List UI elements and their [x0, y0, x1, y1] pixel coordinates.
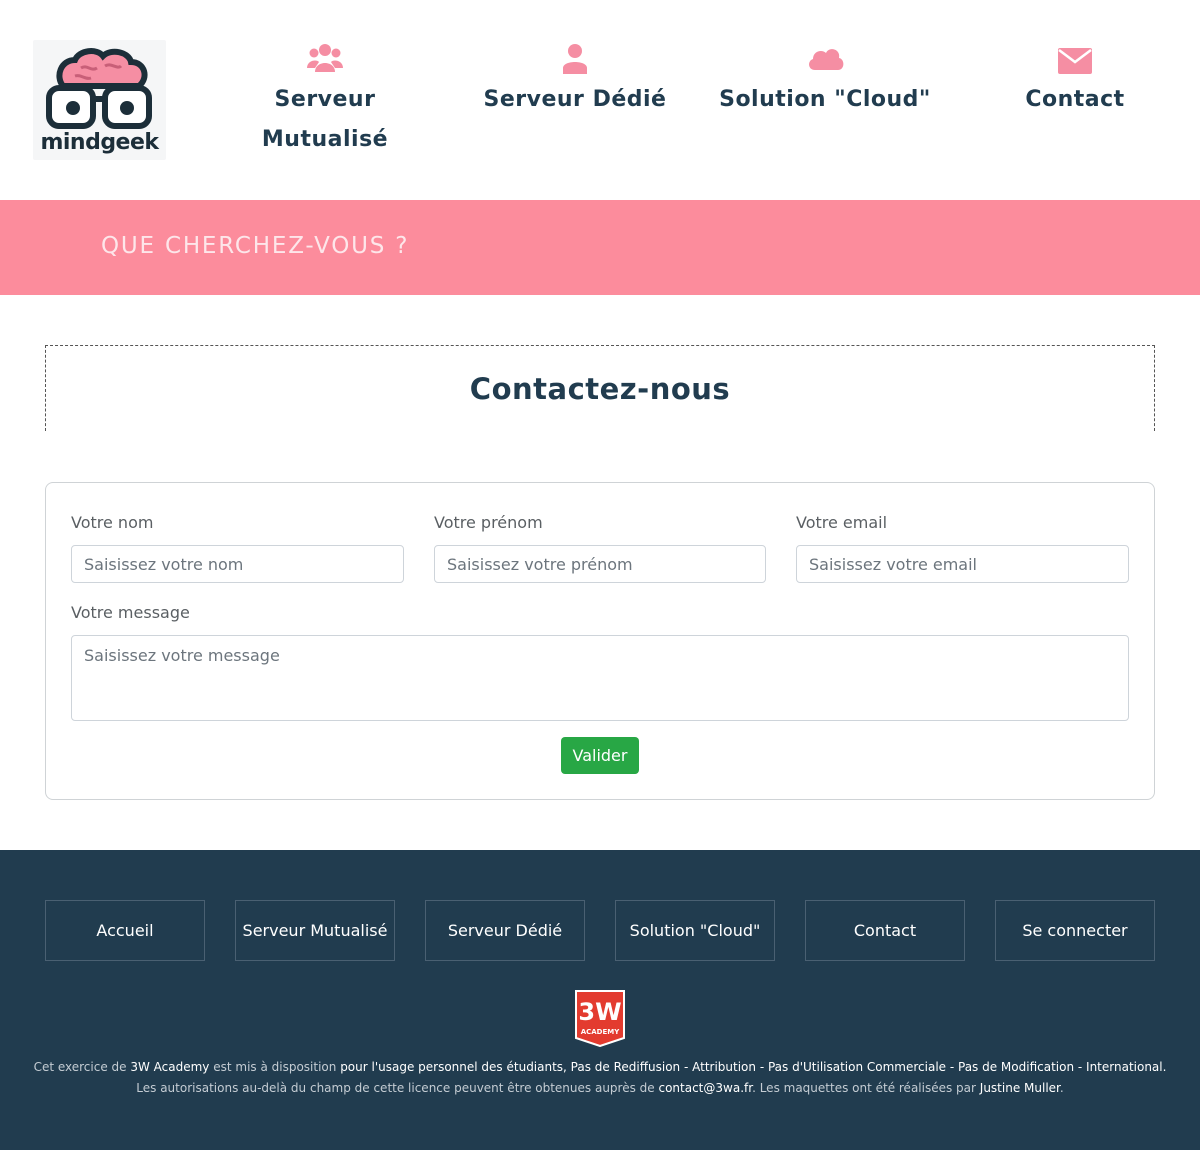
- footer-author-link[interactable]: Justine Muller: [980, 1081, 1060, 1095]
- footer-link-se-connecter[interactable]: Se connecter: [995, 900, 1155, 961]
- envelope-icon: [1058, 48, 1092, 74]
- nav-serveur-mutualise[interactable]: Serveur Mutualisé: [245, 40, 405, 160]
- message-label: Votre message: [71, 603, 190, 622]
- nom-input[interactable]: [71, 545, 404, 583]
- footer-text: Cet exercice de: [33, 1060, 131, 1074]
- footer-link-serveur-dedie[interactable]: Serveur Dédié: [425, 900, 585, 961]
- nav-label: Contact: [1025, 87, 1125, 112]
- nav-solution-cloud[interactable]: Solution "Cloud": [710, 40, 940, 120]
- site-header: mindgeek Serveur Mutualisé Serveur Dédié…: [0, 0, 1200, 200]
- nav-label: Serveur Dédié: [483, 87, 667, 112]
- title-box: Contactez-nous: [45, 345, 1155, 431]
- footer-link-contact[interactable]: Contact: [805, 900, 965, 961]
- footer-link-accueil[interactable]: Accueil: [45, 900, 205, 961]
- nom-label: Votre nom: [71, 513, 154, 532]
- logo-text: mindgeek: [40, 130, 159, 155]
- nav-label-line2: Mutualisé: [261, 127, 389, 152]
- banner-text: QUE CHERCHEZ-VOUS ?: [101, 233, 410, 259]
- nav-serveur-dedie[interactable]: Serveur Dédié: [475, 40, 675, 120]
- contact-form: Votre nom Votre prénom Votre email Votre…: [45, 482, 1155, 800]
- footer-link-solution-cloud[interactable]: Solution "Cloud": [615, 900, 775, 961]
- footer-license-line2: Les autorisations au-delà du champ de ce…: [0, 1081, 1200, 1095]
- message-textarea[interactable]: [71, 635, 1129, 721]
- nav-label-line1: Serveur: [274, 87, 376, 112]
- footer-text: .: [1059, 1081, 1064, 1095]
- cloud-icon: [809, 49, 844, 70]
- submit-button[interactable]: Valider: [561, 737, 639, 774]
- prenom-input[interactable]: [434, 545, 766, 583]
- site-footer: Accueil Serveur Mutualisé Serveur Dédié …: [0, 850, 1200, 1150]
- user-icon: [563, 44, 587, 74]
- page-title: Contactez-nous: [469, 372, 731, 406]
- brain-glasses-icon: [46, 48, 152, 129]
- footer-email-link[interactable]: contact@3wa.fr: [658, 1081, 752, 1095]
- footer-text: est mis à disposition: [209, 1060, 341, 1074]
- nav-contact[interactable]: Contact: [1010, 40, 1140, 120]
- email-label: Votre email: [796, 513, 888, 532]
- footer-link-3w-academy[interactable]: 3W Academy: [130, 1060, 209, 1074]
- footer-license-line1: Cet exercice de 3W Academy est mis à dis…: [0, 1060, 1200, 1074]
- academy-logo-big: 3W: [578, 998, 621, 1026]
- footer-license-link[interactable]: pour l'usage personnel des étudiants, Pa…: [340, 1060, 1166, 1074]
- 3w-academy-logo[interactable]: 3W ACADEMY: [575, 990, 625, 1047]
- search-banner: QUE CHERCHEZ-VOUS ?: [0, 200, 1200, 295]
- nav-label: Solution "Cloud": [719, 87, 931, 112]
- prenom-label: Votre prénom: [434, 513, 543, 532]
- email-input[interactable]: [796, 545, 1129, 583]
- footer-text: . Les maquettes ont été réalisées par: [752, 1081, 980, 1095]
- academy-logo-small: ACADEMY: [581, 1028, 621, 1036]
- users-icon: [307, 44, 343, 72]
- footer-text: Les autorisations au-delà du champ de ce…: [136, 1081, 659, 1095]
- footer-link-serveur-mutualise[interactable]: Serveur Mutualisé: [235, 900, 395, 961]
- mindgeek-logo[interactable]: mindgeek: [33, 40, 166, 160]
